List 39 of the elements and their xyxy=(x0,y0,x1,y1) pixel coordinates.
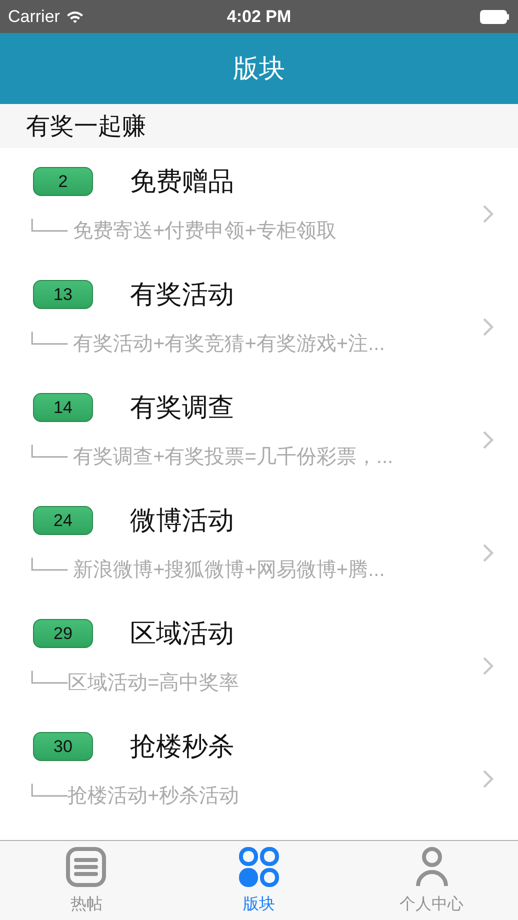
chevron-icon xyxy=(482,543,494,563)
section-header: 有奖一起赚 xyxy=(26,112,146,142)
grid-icon xyxy=(238,846,280,888)
count-badge: 24 xyxy=(33,506,93,535)
board-description: └── 免费寄送+付费申领+专柜领取 xyxy=(25,218,338,244)
chevron-icon xyxy=(482,769,494,789)
board-description: └── 有奖调查+有奖投票=几千份彩票，... xyxy=(25,444,394,470)
board-row[interactable]: 13 有奖活动 └── 有奖活动+有奖竞猜+有奖游戏+注... xyxy=(0,261,518,374)
count-badge: 30 xyxy=(33,732,93,761)
carrier-label: Carrier xyxy=(8,6,60,26)
board-title: 微博活动 xyxy=(130,504,234,537)
board-row[interactable]: 29 区域活动 └──区域活动=高中奖率 xyxy=(0,600,518,713)
count-badge: 2 xyxy=(33,167,93,196)
board-title: 免费赠品 xyxy=(130,165,234,198)
board-title: 区域活动 xyxy=(130,617,234,650)
board-row[interactable]: 2 免费赠品 └── 免费寄送+付费申领+专柜领取 xyxy=(0,148,518,261)
board-title: 有奖活动 xyxy=(130,278,234,311)
chevron-icon xyxy=(482,430,494,450)
board-row[interactable]: 14 有奖调查 └── 有奖调查+有奖投票=几千份彩票，... xyxy=(0,374,518,487)
board-title: 抢楼秒杀 xyxy=(130,730,234,763)
clock-time: 4:02 PM xyxy=(226,6,292,26)
count-badge: 14 xyxy=(33,393,93,422)
chevron-icon xyxy=(482,656,494,676)
board-row[interactable]: 24 微博活动 └── 新浪微博+搜狐微博+网易微博+腾... xyxy=(0,487,518,600)
screen-title: 版块 xyxy=(233,52,285,85)
chevron-icon xyxy=(482,204,494,224)
board-description: └──区域活动=高中奖率 xyxy=(25,670,240,696)
list-icon xyxy=(65,846,108,888)
tab-item[interactable]: 版块 xyxy=(172,841,346,920)
chevron-icon xyxy=(482,317,494,337)
count-badge: 13 xyxy=(33,280,93,309)
board-description: └──抢楼活动+秒杀活动 xyxy=(25,782,240,809)
battery-icon xyxy=(480,10,510,24)
board-title: 有奖调查 xyxy=(130,391,234,424)
board-description: └── 新浪微博+搜狐微博+网易微博+腾... xyxy=(25,556,386,583)
board-row[interactable]: 30 抢楼秒杀 └──抢楼活动+秒杀活动 xyxy=(0,713,518,826)
board-description: └── 有奖活动+有奖竞猜+有奖游戏+注... xyxy=(25,330,386,357)
wifi-icon xyxy=(66,10,84,24)
count-badge: 29 xyxy=(33,619,93,648)
